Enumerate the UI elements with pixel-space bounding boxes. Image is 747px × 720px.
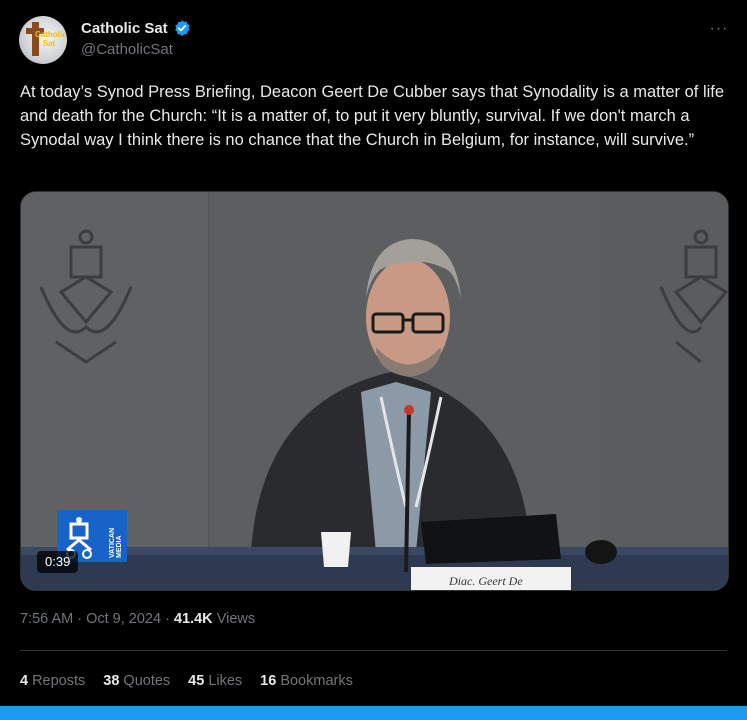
avatar[interactable]: Catholic Sat [19,16,67,64]
more-dots-icon[interactable]: ··· [709,21,729,40]
likes-stat[interactable]: 45 Likes [188,673,242,689]
views-label: Views [216,611,256,627]
reposts-count: 4 [20,673,29,689]
engagement-stats: 4 Reposts 38 Quotes 45 Likes 16 Bookmarks [20,673,371,689]
likes-count: 45 [188,673,205,689]
avatar-text: Catholic Sat [35,30,67,48]
tweet-meta: 7:56 AM · Oct 9, 2024 · 41.4K Views [20,611,255,627]
author-handle[interactable]: @CatholicSat [81,41,173,58]
tweet-header: Catholic Sat Catholic Sat @CatholicSat ·… [19,16,729,64]
video-frame [21,192,728,590]
quotes-label: Quotes [123,673,171,689]
bookmarks-count: 16 [260,673,277,689]
nameplate-text: Diac. Geert De [449,574,523,588]
divider [20,650,727,651]
author-name[interactable]: Catholic Sat [81,20,168,37]
tweet-date[interactable]: Oct 9, 2024 [86,611,161,627]
reposts-label: Reposts [32,673,86,689]
bookmarks-stat[interactable]: 16 Bookmarks [260,673,353,689]
bookmarks-label: Bookmarks [280,673,353,689]
verified-badge-icon [175,20,190,36]
reposts-stat[interactable]: 4 Reposts [20,673,85,689]
bottom-accent-bar [0,706,747,720]
vatican-media-label: VATICAN MEDIA [109,527,123,558]
tweet-text: At today’s Synod Press Briefing, Deacon … [20,83,725,149]
tweet-time[interactable]: 7:56 AM [20,611,73,627]
quotes-stat[interactable]: 38 Quotes [103,673,170,689]
meta-separator: · [73,611,87,627]
likes-label: Likes [208,673,243,689]
meta-separator-2: · [161,611,174,627]
views-count: 41.4K [173,611,213,627]
quotes-count: 38 [103,673,120,689]
video-duration: 0:39 [37,551,79,573]
video-player[interactable]: Diac. Geert De VATICAN MEDIA 0:39 [20,191,729,591]
